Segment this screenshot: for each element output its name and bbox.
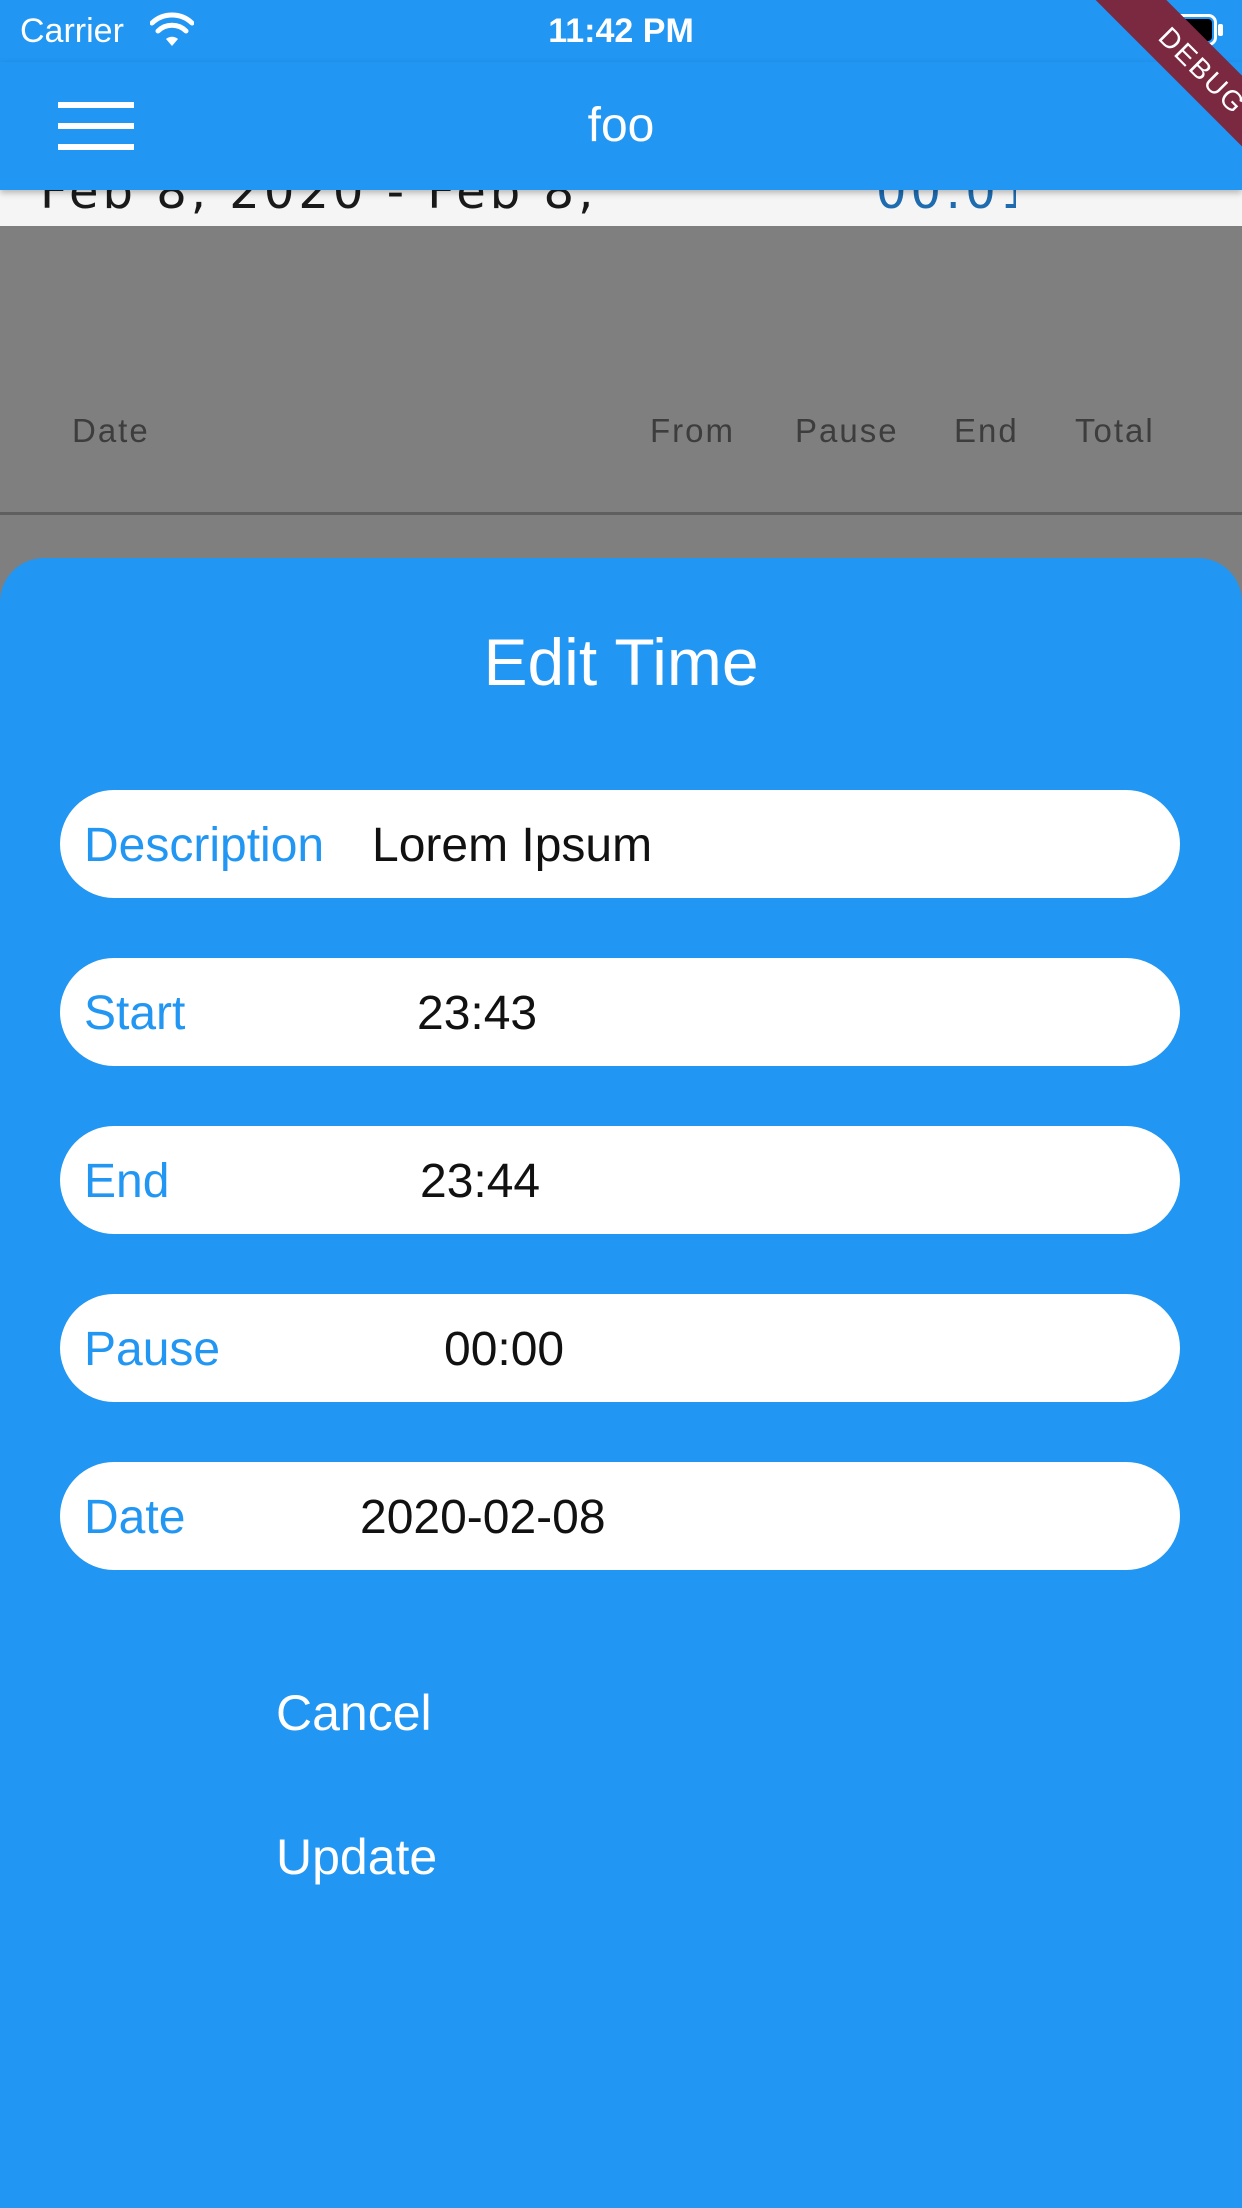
start-field[interactable]: Start 23:43	[60, 958, 1180, 1066]
column-header-pause: Pause	[795, 412, 899, 449]
status-bar: Carrier 11:42 PM	[0, 0, 1242, 62]
app-title: foo	[587, 99, 655, 152]
battery-icon	[1152, 14, 1223, 46]
table-header: Date From Pause End Total	[0, 400, 1242, 460]
end-value[interactable]: 23:44	[420, 1154, 540, 1209]
update-button-label: Update	[276, 1829, 438, 1885]
cancel-button-label: Cancel	[276, 1685, 432, 1741]
date-value[interactable]: 2020-02-08	[360, 1490, 606, 1545]
date-label: Date	[84, 1491, 186, 1544]
total-text: 00:01	[876, 190, 1016, 220]
cancel-button[interactable]: Cancel	[252, 1666, 552, 1756]
date-range-peek: Feb 8, 2020 - Feb 8, 2020	[40, 190, 680, 226]
date-field[interactable]: Date 2020-02-08	[60, 1462, 1180, 1570]
description-value[interactable]: Lorem Ipsum	[372, 818, 652, 873]
sheet-title: Edit Time	[483, 625, 759, 699]
update-button[interactable]: Update	[252, 1810, 552, 1900]
description-field[interactable]: Description Lorem Ipsum	[60, 790, 1180, 898]
pause-label: Pause	[84, 1323, 221, 1376]
column-header-total: Total	[1075, 412, 1155, 449]
edit-time-sheet: Edit Time Description Lorem Ipsum Start …	[0, 558, 1242, 2208]
status-time: 11:42 PM	[548, 12, 694, 50]
start-label: Start	[84, 987, 186, 1040]
background-scrim	[0, 226, 1242, 556]
start-value[interactable]: 23:43	[417, 986, 537, 1041]
description-label: Description	[84, 819, 325, 872]
pause-value[interactable]: 00:00	[444, 1322, 564, 1377]
column-header-from: From	[650, 412, 735, 449]
pause-field[interactable]: Pause 00:00	[60, 1294, 1180, 1402]
column-header-date: Date	[72, 412, 150, 449]
date-range-text: Feb 8, 2020 - Feb 8, 2020	[40, 190, 598, 226]
end-field[interactable]: End 23:44	[60, 1126, 1180, 1234]
total-peek: 00:01	[876, 190, 1016, 226]
column-header-end: End	[954, 412, 1019, 449]
app-bar: foo	[0, 62, 1242, 190]
end-label: End	[84, 1155, 170, 1208]
table-divider	[0, 512, 1242, 515]
